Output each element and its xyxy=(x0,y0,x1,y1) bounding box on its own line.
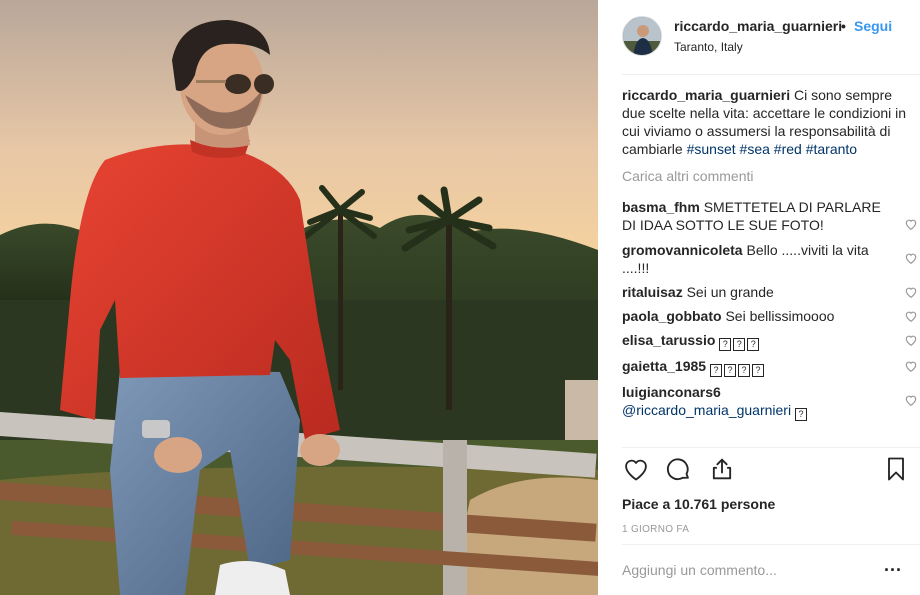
more-options-icon[interactable]: ... xyxy=(884,555,902,576)
hashtag-link[interactable]: #sea xyxy=(740,141,770,157)
comment-bubble-icon[interactable] xyxy=(664,455,692,483)
comment-username[interactable]: luigianconars6 xyxy=(622,384,721,400)
comments-list[interactable]: riccardo_maria_guarnieri Ci sono sempre … xyxy=(622,86,918,448)
heart-icon[interactable] xyxy=(622,455,650,483)
comment-row: gaietta_1985 ???? xyxy=(622,357,918,377)
post-photo[interactable] xyxy=(0,0,598,595)
location-link[interactable]: Taranto, Italy xyxy=(674,40,743,54)
emoji-glyph: ? xyxy=(747,338,760,351)
emoji-glyph: ? xyxy=(751,364,764,377)
comment-username[interactable]: ritaluisaz xyxy=(622,284,683,300)
bookmark-icon[interactable] xyxy=(882,455,910,483)
hashtag-link[interactable]: #red xyxy=(774,141,802,157)
post-time[interactable]: 1 GIORNO FA xyxy=(622,524,689,535)
follow-button[interactable]: Segui xyxy=(854,18,892,34)
comment-row: ritaluisaz Sei un grande xyxy=(622,283,918,301)
comment-row: paola_gobbato Sei bellissimoooo xyxy=(622,307,918,325)
mention-link[interactable]: @riccardo_maria_guarnieri xyxy=(622,402,791,418)
heart-icon[interactable] xyxy=(904,285,918,299)
heart-icon[interactable] xyxy=(904,309,918,323)
divider xyxy=(622,544,920,545)
emoji-glyph: ? xyxy=(723,364,736,377)
header-username[interactable]: riccardo_maria_guarnieri xyxy=(674,18,842,34)
comment-username[interactable]: basma_fhm xyxy=(622,199,700,215)
emoji-glyph: ? xyxy=(794,408,807,421)
divider xyxy=(622,447,920,448)
comment-row: basma_fhm SMETTETELA DI PARLARE DI IDAA … xyxy=(622,198,918,234)
comment-row: luigianconars6 @riccardo_maria_guarnieri… xyxy=(622,383,918,421)
post-header: riccardo_maria_guarnieri • Segui Taranto… xyxy=(598,0,920,74)
post-image xyxy=(0,0,598,595)
heart-icon[interactable] xyxy=(904,217,918,231)
heart-icon[interactable] xyxy=(904,359,918,373)
header-divider xyxy=(622,74,920,75)
avatar-image xyxy=(623,17,661,55)
hashtag-link[interactable]: #sunset xyxy=(687,141,736,157)
comment-username[interactable]: gaietta_1985 xyxy=(622,358,706,374)
emoji-glyph: ? xyxy=(709,364,722,377)
comment-row: gromovannicoleta Bello .....viviti la vi… xyxy=(622,241,918,277)
hashtag-link[interactable]: #taranto xyxy=(806,141,857,157)
heart-icon[interactable] xyxy=(904,251,918,265)
separator-dot: • xyxy=(841,18,846,34)
avatar[interactable] xyxy=(622,16,662,56)
heart-icon[interactable] xyxy=(904,393,918,407)
post-sidebar: riccardo_maria_guarnieri • Segui Taranto… xyxy=(598,0,920,595)
caption: riccardo_maria_guarnieri Ci sono sempre … xyxy=(622,86,918,158)
comment-text: Sei bellissimoooo xyxy=(725,308,835,324)
comment-username[interactable]: gromovannicoleta xyxy=(622,242,743,258)
comment-username[interactable]: elisa_tarussio xyxy=(622,332,715,348)
comment-username[interactable]: paola_gobbato xyxy=(622,308,722,324)
caption-username[interactable]: riccardo_maria_guarnieri xyxy=(622,87,790,103)
comment-row: elisa_tarussio ??? xyxy=(622,331,918,351)
load-more-comments[interactable]: Carica altri commenti xyxy=(622,167,918,185)
emoji-glyph: ? xyxy=(737,364,750,377)
share-icon[interactable] xyxy=(708,455,736,483)
emoji-glyph: ? xyxy=(719,338,732,351)
likes-count[interactable]: Piace a 10.761 persone xyxy=(622,496,775,512)
add-comment-input[interactable] xyxy=(622,556,862,584)
emoji-glyph: ? xyxy=(733,338,746,351)
action-bar xyxy=(598,455,920,487)
comment-text: Sei un grande xyxy=(686,284,774,300)
heart-icon[interactable] xyxy=(904,333,918,347)
